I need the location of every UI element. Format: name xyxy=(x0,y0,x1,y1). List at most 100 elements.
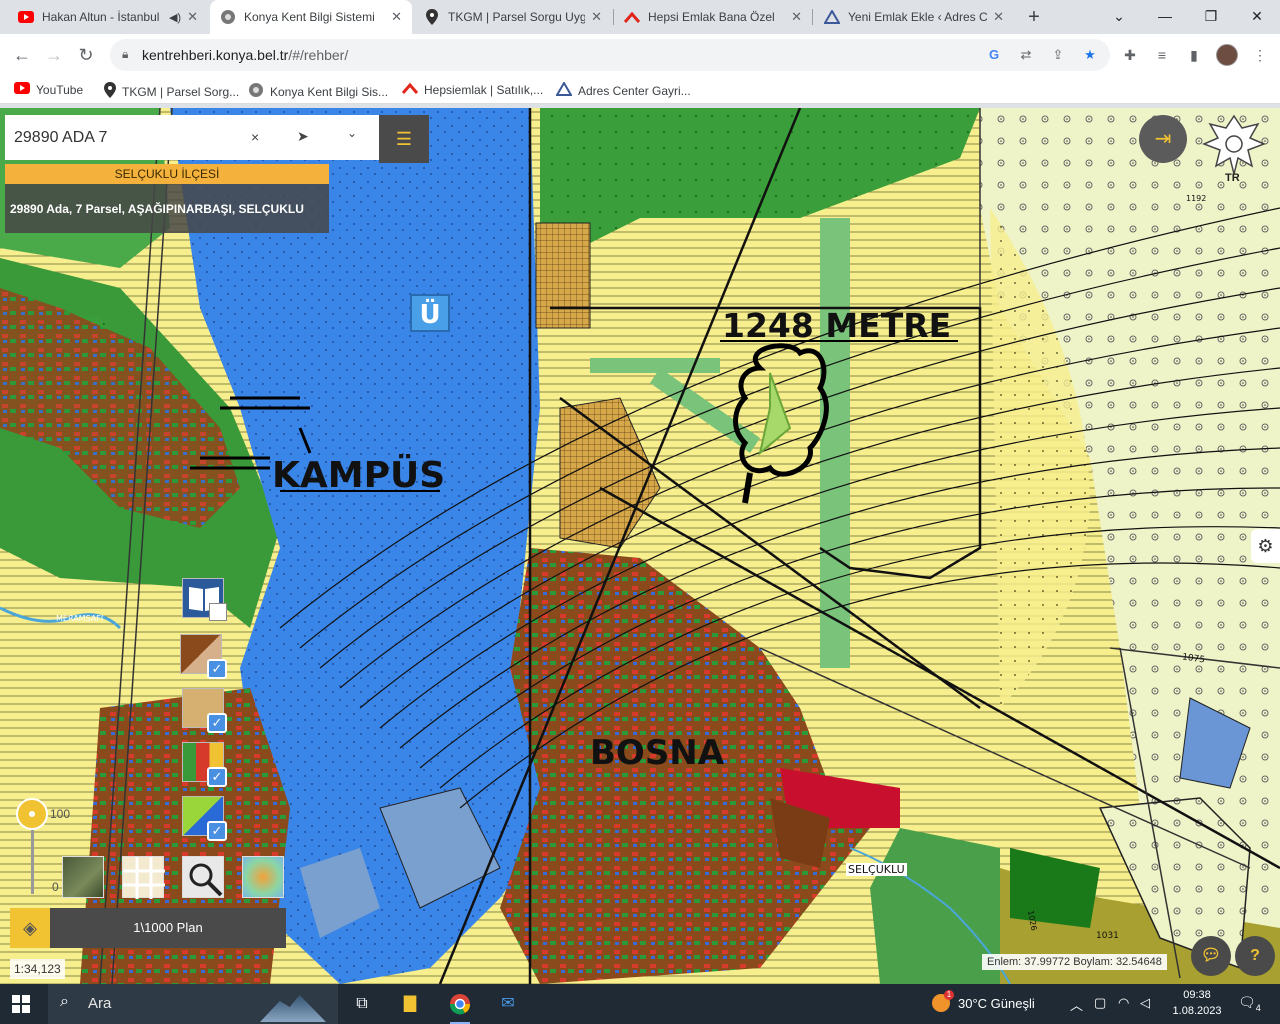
reload-icon[interactable]: ↻ xyxy=(73,42,99,68)
tab-hepsiemlak[interactable]: Hepsi Emlak Bana Özel ✕ xyxy=(614,0,812,34)
location-arrow-icon[interactable]: ➤ xyxy=(297,128,309,145)
bookmark-adres-center[interactable]: Adres Center Gayri... xyxy=(555,81,691,99)
forward-icon[interactable]: → xyxy=(41,42,67,68)
sidepanel-icon[interactable]: ▮ xyxy=(1184,46,1204,64)
basemap-heatmap[interactable] xyxy=(242,856,284,898)
restore-icon[interactable]: ❐ xyxy=(1188,0,1234,32)
taskbar-search-text: Ara xyxy=(88,995,112,1012)
search-options: ➤ ⌄ xyxy=(279,115,379,160)
bookmark-konya[interactable]: Konya Kent Bilgi Sis... xyxy=(248,82,388,101)
tab-konya-kent[interactable]: Konya Kent Bilgi Sistemi ✕ xyxy=(210,0,412,34)
map-canvas[interactable] xyxy=(0,108,1280,984)
task-view-icon[interactable]: ⧉ xyxy=(340,984,384,1024)
notifications-icon[interactable]: 🗨︎4 xyxy=(1238,994,1261,1013)
tab-adres-center[interactable]: Yeni Emlak Ekle ‹ Adres Ce ✕ xyxy=(814,0,1014,34)
menu-icon[interactable]: ⋮ xyxy=(1250,46,1270,64)
share-icon[interactable]: ⇪ xyxy=(1048,46,1068,64)
bookmark-star-icon[interactable]: ★ xyxy=(1080,46,1100,64)
media-icon[interactable]: ≡ xyxy=(1152,46,1172,64)
chrome-icon[interactable] xyxy=(438,984,482,1024)
windows-start-icon[interactable] xyxy=(12,995,30,1013)
bookmark-youtube[interactable]: YouTube xyxy=(14,82,83,97)
file-explorer-icon[interactable]: ▇ xyxy=(388,984,432,1024)
basemap-search[interactable] xyxy=(182,856,224,898)
translate-icon[interactable]: ⇄ xyxy=(1016,46,1036,64)
chevron-down-icon[interactable]: ⌄ xyxy=(347,126,357,140)
wifi-icon[interactable]: ◠ xyxy=(1118,995,1129,1011)
help-button[interactable]: ? xyxy=(1235,936,1275,976)
list-menu-button[interactable]: ☰ xyxy=(379,115,429,163)
search-result[interactable]: 29890 Ada, 7 Parsel, AŞAĞIPINARBAŞI, SEL… xyxy=(5,184,329,233)
new-tab-button[interactable]: + xyxy=(1022,4,1046,30)
layer-parcel-icon[interactable]: ✓ xyxy=(180,634,227,679)
map-viewport[interactable]: 1248 METRE KAMPÜS BOSNA SELÇUKLU Ü MERAM… xyxy=(0,108,1280,984)
map-label-metre: 1248 METRE xyxy=(722,306,952,345)
layer-book-icon[interactable] xyxy=(182,578,227,621)
globe-icon xyxy=(248,82,264,101)
opacity-slider-handle[interactable] xyxy=(16,798,48,830)
close-tab-icon[interactable]: ✕ xyxy=(591,9,602,25)
search-input[interactable]: 29890 ADA 7 xyxy=(14,129,107,147)
minimize-icon[interactable]: — xyxy=(1142,0,1188,32)
university-symbol: Ü xyxy=(410,294,450,332)
device-icon[interactable]: ▢ xyxy=(1094,995,1106,1011)
youtube-icon xyxy=(18,9,34,25)
taskbar: ⌕ Ara ⧉ ▇ ✉ 30°C Güneşli ︿ ▢ ◠ ◁ 09:38 1… xyxy=(0,984,1280,1024)
speaker-icon[interactable]: ◀) xyxy=(169,11,181,24)
close-tab-icon[interactable]: ✕ xyxy=(993,9,1004,25)
district-label: SELÇUKLU İLÇESİ xyxy=(5,164,329,184)
weather-widget[interactable]: 30°C Güneşli xyxy=(932,990,1035,1012)
layer-check-icon[interactable]: ✓ xyxy=(207,821,227,841)
layer-check-icon[interactable]: ✓ xyxy=(207,659,227,679)
lock-icon[interactable]: 🔒︎ xyxy=(122,47,128,62)
opacity-slider-track[interactable] xyxy=(31,822,34,894)
layer-landuse-icon[interactable]: ✓ xyxy=(182,742,227,787)
layer-zoning-icon[interactable]: ✓ xyxy=(182,688,227,733)
login-button[interactable]: ⇥ xyxy=(1139,115,1187,163)
url-text: kentrehberi.konya.bel.tr/#/rehber/ xyxy=(142,47,348,63)
extensions-icon[interactable]: ✚ xyxy=(1120,46,1140,64)
map-label-meramsafi: MERAMSAFI xyxy=(56,614,104,623)
layer-greenspace-icon[interactable]: ✓ xyxy=(182,796,227,841)
close-tab-icon[interactable]: ✕ xyxy=(391,9,402,25)
map-label-bosna: BOSNA xyxy=(590,733,725,773)
clock[interactable]: 09:38 1.08.2023 xyxy=(1166,987,1228,1019)
search-highlight-image xyxy=(260,995,326,1022)
adres-center-icon xyxy=(824,9,840,25)
close-tab-icon[interactable]: ✕ xyxy=(791,9,802,25)
tab-title: TKGM | Parsel Sorgu Uygul xyxy=(448,10,586,24)
mail-icon[interactable]: ✉ xyxy=(486,984,530,1024)
back-icon[interactable]: ← xyxy=(9,42,35,68)
taskbar-search[interactable]: ⌕ Ara xyxy=(48,984,338,1024)
chevron-down-icon[interactable]: ⌄ xyxy=(1096,0,1142,32)
avatar[interactable] xyxy=(1216,44,1238,66)
tab-youtube[interactable]: Hakan Altun - İstanbul ◀) ✕ xyxy=(8,0,208,34)
settings-button[interactable]: ⚙ xyxy=(1251,529,1280,563)
map-label-kampus: KAMPÜS xyxy=(272,455,446,496)
layers-button[interactable]: ◈ xyxy=(10,908,50,948)
layer-check-icon[interactable]: ✓ xyxy=(207,767,227,787)
coordinates-readout: Enlem: 37.99772 Boylam: 32.54648 xyxy=(982,954,1167,970)
layer-checkbox-unchecked[interactable] xyxy=(209,603,227,621)
bookmark-tkgm[interactable]: TKGM | Parsel Sorg... xyxy=(104,82,239,101)
layer-check-icon[interactable]: ✓ xyxy=(207,713,227,733)
clear-search-icon[interactable]: × xyxy=(251,129,259,145)
basemap-street[interactable] xyxy=(122,856,165,899)
basemap-satellite[interactable] xyxy=(62,856,104,898)
address-bar[interactable]: 🔒︎ kentrehberi.konya.bel.tr/#/rehber/ G … xyxy=(110,39,1110,71)
chat-button[interactable]: 💬︎ xyxy=(1191,936,1231,976)
sun-icon xyxy=(932,990,954,1012)
close-tab-icon[interactable]: ✕ xyxy=(187,9,198,25)
close-window-icon[interactable]: ✕ xyxy=(1234,0,1280,32)
tab-tkgm[interactable]: TKGM | Parsel Sorgu Uygul ✕ xyxy=(414,0,612,34)
browser-toolbar: ← → ↻ 🔒︎ kentrehberi.konya.bel.tr/#/rehb… xyxy=(0,34,1280,76)
volume-icon[interactable]: ◁ xyxy=(1140,995,1150,1011)
chevron-up-icon[interactable]: ︿ xyxy=(1070,995,1083,1014)
plan-label[interactable]: 1\1000 Plan xyxy=(50,908,286,948)
google-icon[interactable]: G xyxy=(984,46,1004,64)
list-icon: ☰ xyxy=(395,129,413,149)
bookmark-hepsiemlak[interactable]: Hepsiemlak | Satılık,... xyxy=(401,82,543,97)
hepsiemlak-icon xyxy=(624,9,640,25)
notification-count: 4 xyxy=(1255,1002,1261,1013)
tab-title: Hakan Altun - İstanbul xyxy=(42,10,160,24)
